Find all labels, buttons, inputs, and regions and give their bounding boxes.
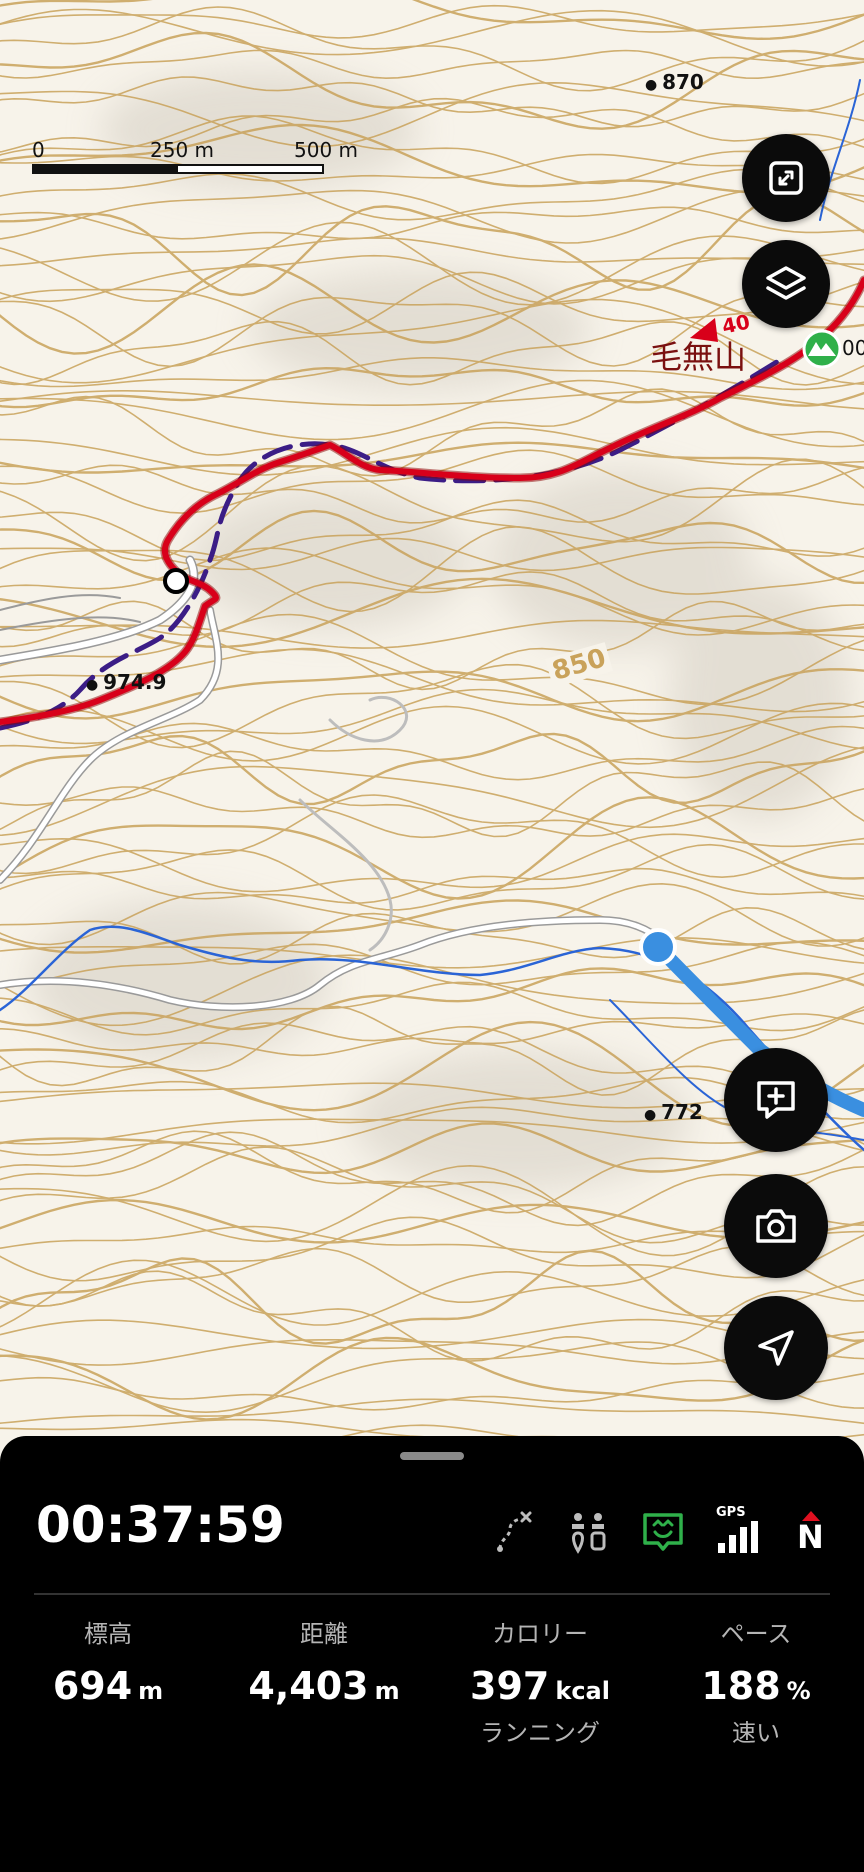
peak-label-870: ● 870 bbox=[645, 70, 704, 94]
stat-label: 距離 bbox=[300, 1620, 348, 1648]
compass-label: N bbox=[797, 1518, 824, 1556]
members-location-icon[interactable] bbox=[566, 1509, 612, 1555]
stat-label: カロリー bbox=[492, 1620, 588, 1648]
camera-button[interactable] bbox=[724, 1174, 828, 1278]
current-location-dot bbox=[639, 928, 677, 966]
stat-calories[interactable]: カロリー 397 kcal ランニング bbox=[432, 1616, 648, 1750]
camera-icon bbox=[756, 1209, 796, 1243]
stat-sub bbox=[216, 1716, 432, 1750]
stat-unit: % bbox=[786, 1677, 811, 1705]
route-off-icon[interactable] bbox=[492, 1509, 538, 1555]
stat-value: 188 bbox=[701, 1664, 781, 1708]
peak-label-772: ● 772 bbox=[644, 1100, 703, 1124]
scale-bar-graphic bbox=[32, 164, 324, 174]
stat-sub: 速い bbox=[732, 1719, 780, 1747]
fullscreen-button[interactable] bbox=[742, 134, 830, 222]
stat-unit: m bbox=[138, 1677, 164, 1705]
summit-edge-label: 00 bbox=[842, 336, 864, 360]
stat-value: 397 bbox=[470, 1664, 550, 1708]
activity-panel[interactable]: 00:37:59 GPS N 標高 694 m 距離 4,403 m カロリー … bbox=[0, 1436, 864, 1872]
peak-label-974: ● 974.9 bbox=[86, 670, 167, 694]
panel-drag-handle[interactable] bbox=[400, 1452, 464, 1460]
summit-icon[interactable] bbox=[802, 329, 842, 369]
stat-unit: kcal bbox=[555, 1677, 610, 1705]
stat-distance[interactable]: 距離 4,403 m bbox=[216, 1616, 432, 1750]
stat-label: 標高 bbox=[84, 1620, 132, 1648]
add-note-icon bbox=[757, 1081, 795, 1119]
map-view[interactable]: 0 250 m 500 m ● 870 ● 974.9 ● 772 850 毛無… bbox=[0, 0, 864, 1450]
compass-north-icon[interactable]: N bbox=[788, 1509, 834, 1555]
stat-sub bbox=[0, 1716, 216, 1750]
panel-divider bbox=[34, 1593, 830, 1595]
navigate-button[interactable] bbox=[724, 1296, 828, 1400]
stat-unit: m bbox=[374, 1677, 400, 1705]
gps-signal-icon: GPS bbox=[714, 1505, 760, 1555]
status-icons: GPS N bbox=[492, 1505, 834, 1556]
stat-sub: ランニング bbox=[480, 1719, 600, 1747]
stat-pace[interactable]: ペース 188% 速い bbox=[648, 1616, 864, 1750]
navigate-arrow-icon bbox=[758, 1330, 794, 1366]
layers-button[interactable] bbox=[742, 240, 830, 328]
scale-label-500: 500 m bbox=[294, 138, 359, 162]
stat-label: ペース bbox=[720, 1620, 792, 1648]
stats-row: 標高 694 m 距離 4,403 m カロリー 397 kcal ランニング ペース… bbox=[0, 1616, 864, 1750]
mountain-name-label: 毛無山 bbox=[650, 338, 747, 376]
stat-value: 4,403 bbox=[248, 1664, 369, 1708]
waypoint-marker[interactable] bbox=[163, 568, 189, 594]
scale-label-0: 0 bbox=[32, 138, 45, 162]
fullscreen-icon bbox=[769, 161, 803, 195]
layers-icon bbox=[766, 266, 806, 300]
map-scale-bar: 0 250 m 500 m bbox=[32, 138, 358, 176]
elapsed-time: 00:37:59 bbox=[36, 1496, 285, 1554]
add-note-button[interactable] bbox=[724, 1048, 828, 1152]
safety-status-icon[interactable] bbox=[640, 1509, 686, 1555]
stat-elevation[interactable]: 標高 694 m bbox=[0, 1616, 216, 1750]
scale-label-250: 250 m bbox=[150, 138, 215, 162]
stat-value: 694 bbox=[52, 1664, 133, 1708]
